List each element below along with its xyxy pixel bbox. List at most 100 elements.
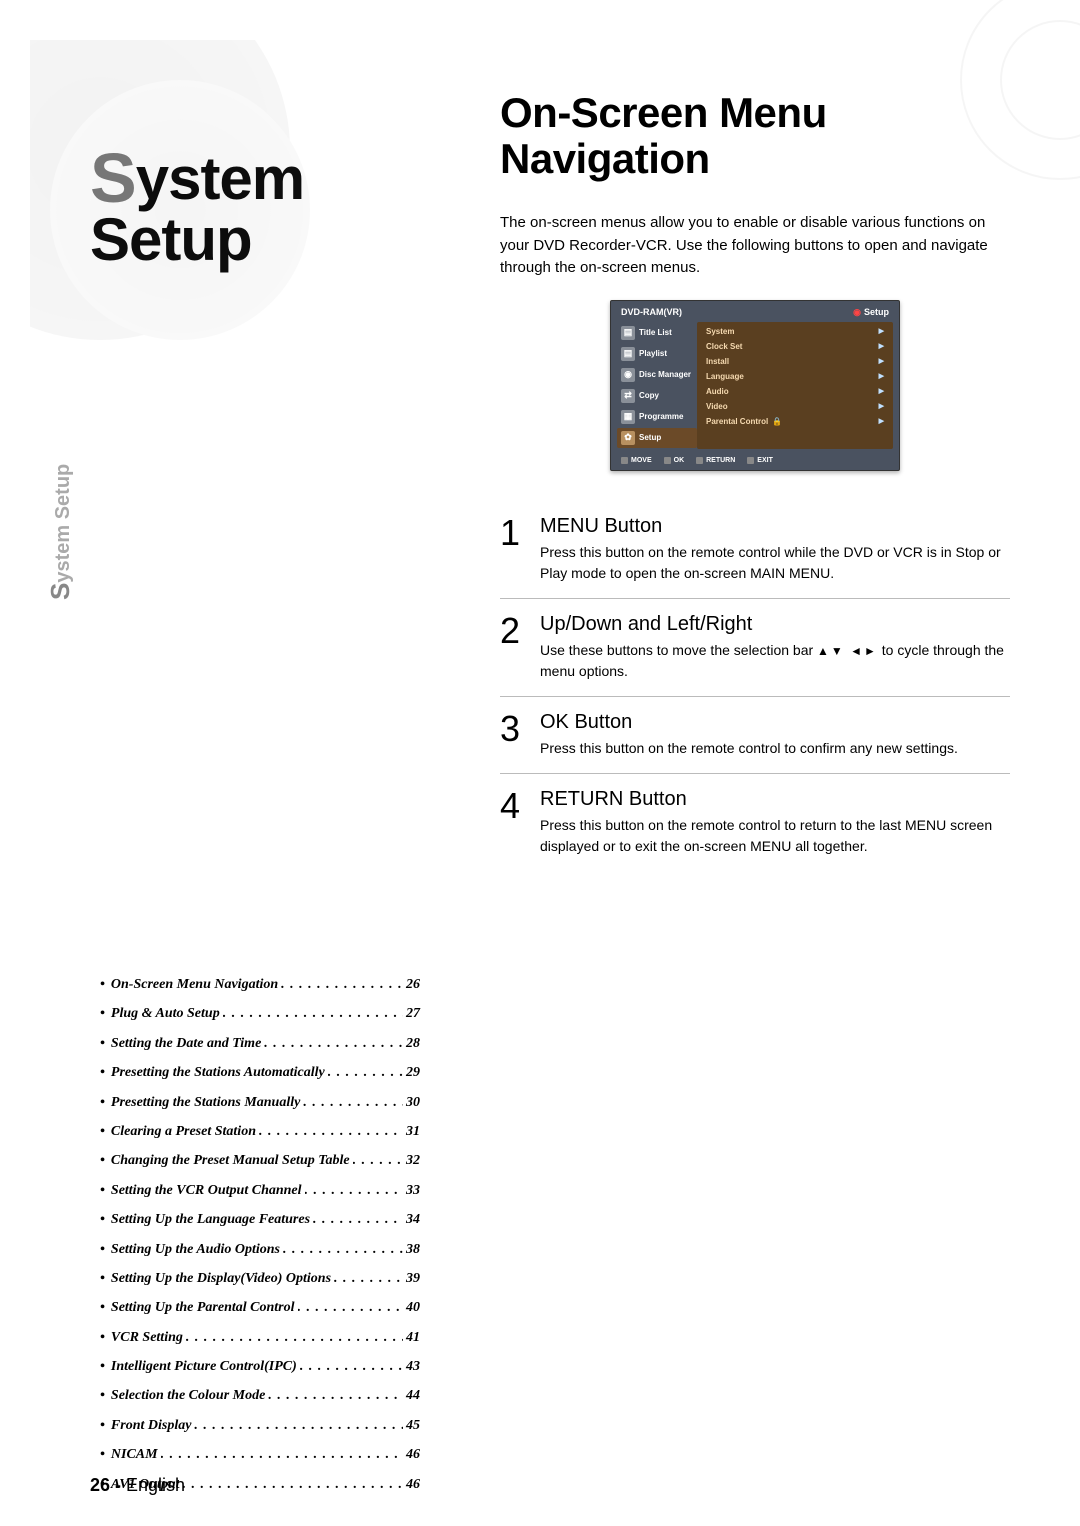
menu-item-icon: ◉ [621, 368, 635, 382]
step-body: RETURN ButtonPress this button on the re… [540, 788, 1010, 857]
toc-page-number: 30 [406, 1088, 420, 1117]
instruction-step: 2Up/Down and Left/RightUse these buttons… [500, 599, 1010, 697]
toc-label: On-Screen Menu Navigation [111, 970, 278, 999]
menu-item-icon: ⇄ [621, 389, 635, 403]
step-title: Up/Down and Left/Right [540, 613, 1010, 636]
osd-menu-item: ▤ Title List [617, 323, 697, 343]
bullet-icon: • [100, 1381, 105, 1410]
toc-page-number: 43 [406, 1352, 420, 1381]
page-footer: 26 - English [90, 1475, 185, 1496]
toc-leader [334, 1264, 403, 1293]
osd-option-label: Audio [706, 387, 729, 396]
toc-leader [259, 1117, 403, 1146]
osd-menu-item: ⇄ Copy [617, 386, 697, 406]
menu-item-icon: ✿ [621, 431, 635, 445]
osd-option: Clock Set▶ [701, 339, 889, 354]
toc-leader [303, 1088, 403, 1117]
osd-menu-label: Setup [639, 433, 661, 442]
step-description: Press this button on the remote control … [540, 815, 1010, 857]
toc-item: •Presetting the Stations Automatically29 [100, 1058, 420, 1087]
osd-disc-type: DVD-RAM(VR) [621, 307, 682, 318]
osd-option-label: Video [706, 402, 728, 411]
bullet-icon: • [100, 1293, 105, 1322]
osd-menu-item: ▦Programme [617, 407, 697, 427]
toc-label: Intelligent Picture Control(IPC) [111, 1352, 297, 1381]
bullet-icon: • [100, 1176, 105, 1205]
hint-icon [621, 457, 628, 464]
bullet-icon: • [100, 1323, 105, 1352]
chevron-right-icon: ▶ [879, 372, 884, 380]
osd-menu-item: ◉Disc Manager [617, 365, 697, 385]
chevron-right-icon: ▶ [879, 417, 884, 425]
toc-leader [283, 1235, 403, 1264]
toc-page-number: 31 [406, 1117, 420, 1146]
bullet-icon: • [100, 1117, 105, 1146]
toc-item: •Setting Up the Parental Control 40 [100, 1293, 420, 1322]
osd-option: Language ▶ [701, 369, 889, 384]
bullet-icon: • [100, 1029, 105, 1058]
intro-paragraph: The on-screen menus allow you to enable … [500, 212, 1010, 280]
toc-label: NICAM [111, 1440, 158, 1469]
osd-option: Install▶ [701, 354, 889, 369]
osd-screenshot: DVD-RAM(VR) ◉Setup ▤Title List▤Playlist◉… [610, 300, 900, 471]
page-language: English [126, 1475, 185, 1495]
toc-page-number: 29 [406, 1058, 420, 1087]
toc-item: •Intelligent Picture Control(IPC) 43 [100, 1352, 420, 1381]
toc-page-number: 38 [406, 1235, 420, 1264]
osd-right-panel: System▶Clock Set▶Install▶ Language ▶ Audio ▶… [697, 322, 893, 449]
toc-page-number: 40 [406, 1293, 420, 1322]
chevron-right-icon: ▶ [879, 342, 884, 350]
osd-option-label: Parental Control🔒 [706, 417, 782, 426]
osd-menu-label: Copy [639, 391, 659, 400]
menu-item-icon: ▤ [621, 326, 635, 340]
toc-page-number: 28 [406, 1029, 420, 1058]
record-dot-icon: ◉ [853, 307, 861, 317]
chapter-title-initial: S [90, 143, 136, 213]
osd-option-label: Language [706, 372, 744, 381]
instruction-step: 3OK ButtonPress this button on the remot… [500, 697, 1010, 774]
bullet-icon: • [100, 1205, 105, 1234]
chevron-right-icon: ▶ [879, 402, 884, 410]
step-body: Up/Down and Left/Right Use these buttons … [540, 613, 1010, 682]
step-number: 3 [500, 711, 540, 759]
toc-leader [223, 999, 403, 1028]
menu-item-icon: ▤ [621, 347, 635, 361]
step-body: OK ButtonPress this button on the remote… [540, 711, 1010, 759]
toc-leader [186, 1323, 403, 1352]
toc-label: Presetting the Stations Manually [111, 1088, 300, 1117]
toc-page-number: 32 [406, 1146, 420, 1175]
bullet-icon: • [100, 1352, 105, 1381]
toc-page-number: 41 [406, 1323, 420, 1352]
osd-menu-item: ✿ Setup [617, 428, 697, 448]
step-description: Press this button on the remote control … [540, 542, 1010, 584]
left-column: System Setup System Setup •On-Screen Men… [90, 80, 440, 1486]
toc-leader [281, 970, 403, 999]
osd-menu-label: Playlist [639, 349, 667, 358]
toc-label: Setting the VCR Output Channel [111, 1176, 302, 1205]
toc-leader [300, 1352, 403, 1381]
toc-item: •Front Display45 [100, 1411, 420, 1440]
toc-page-number: 39 [406, 1264, 420, 1293]
osd-header: DVD-RAM(VR) ◉Setup [611, 301, 899, 322]
bullet-icon: • [100, 1058, 105, 1087]
osd-option: System▶ [701, 324, 889, 339]
toc-label: Setting Up the Parental Control [111, 1293, 295, 1322]
toc-leader [353, 1146, 403, 1175]
table-of-contents: •On-Screen Menu Navigation26•Plug & Auto… [100, 970, 420, 1499]
toc-leader [264, 1029, 403, 1058]
bullet-icon: • [100, 1440, 105, 1469]
step-description: Use these buttons to move the selection … [540, 640, 1010, 682]
osd-option: Parental Control🔒 ▶ [701, 414, 889, 429]
toc-item: •Selection the Colour Mode44 [100, 1381, 420, 1410]
toc-item: •Setting the Date and Time28 [100, 1029, 420, 1058]
page-number: 26 [90, 1475, 110, 1495]
bullet-icon: • [100, 1411, 105, 1440]
toc-page-number: 45 [406, 1411, 420, 1440]
toc-label: Plug & Auto Setup [111, 999, 220, 1028]
toc-label: Setting Up the Audio Options [111, 1235, 280, 1264]
toc-leader [268, 1381, 403, 1410]
toc-label: Setting Up the Display(Video) Options [111, 1264, 331, 1293]
bullet-icon: • [100, 1088, 105, 1117]
toc-label: Clearing a Preset Station [111, 1117, 256, 1146]
osd-menu-label: Title List [639, 328, 672, 337]
